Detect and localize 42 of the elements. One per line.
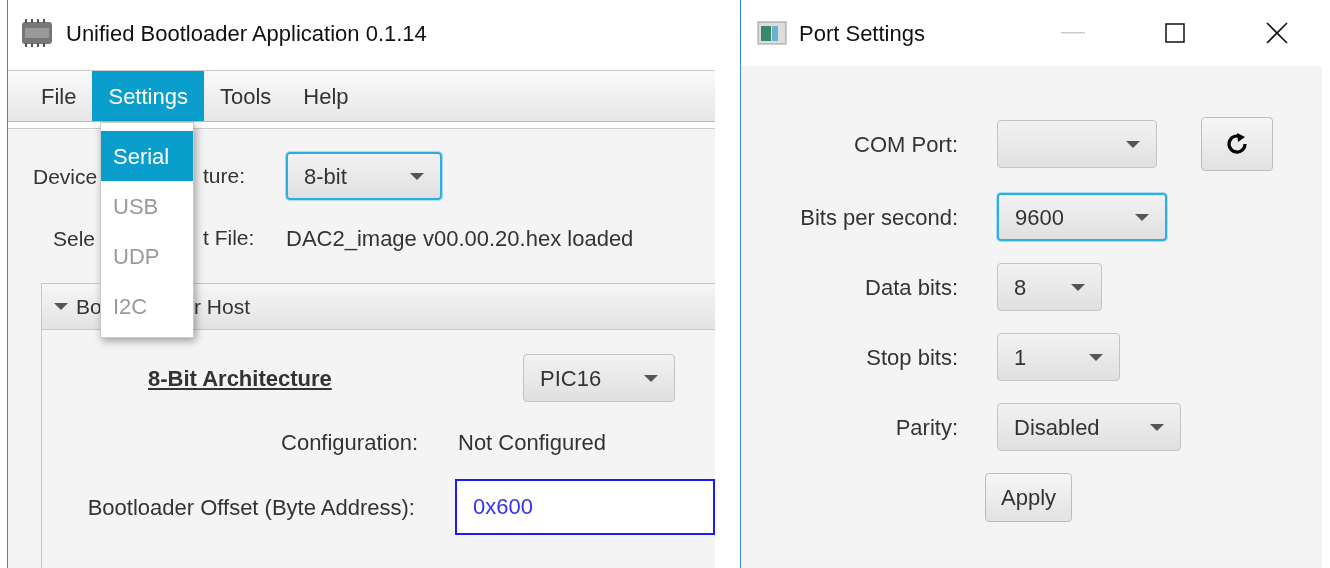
field-label: Configuration: [280,429,418,457]
caret-icon [1126,140,1140,148]
caret-icon [410,172,424,180]
field-label: Bits per second: [799,203,958,232]
pane-title: Bo [76,295,102,318]
maximize-icon[interactable] [1165,23,1185,43]
label-text: t File: [203,225,255,251]
window-title: Unified Bootloader Application 0.1.14 [66,19,427,48]
dropdown[interactable]: 9600 [997,193,1167,241]
offset-input[interactable]: 0x600 [455,479,715,535]
refresh-icon [1225,132,1249,156]
architecture-dropdown[interactable]: 8-bit [286,152,442,200]
field-value: Not Configured [458,430,606,455]
section-heading: 8-Bit Architecture [148,364,333,393]
apply-button[interactable]: Apply [985,473,1073,522]
field-label: Parity: [894,413,958,442]
pane-title: r Host [194,293,250,320]
dropdown[interactable]: Disabled [997,403,1181,451]
caret-icon [1135,213,1149,221]
menu-item[interactable]: File [25,71,93,121]
refresh-button[interactable] [1201,117,1273,171]
caret-icon [644,374,658,382]
caret-icon [1071,283,1085,291]
file-status-text: DAC2_image v00.00.20.hex loaded [286,225,634,253]
label-text: ture: [203,162,246,189]
dropdown[interactable]: 1 [997,333,1120,381]
family-dropdown[interactable]: PIC16 [523,354,675,402]
menu-item[interactable]: Tools [203,71,288,121]
chip-icon [20,18,54,48]
close-icon[interactable] [1266,22,1288,44]
label-text: Device [33,164,98,188]
field-label: Data bits: [864,273,958,302]
label-text: Sele [53,227,96,250]
field-label: COM Port: [853,130,958,159]
window-icon [757,20,787,46]
dropdown[interactable]: 8 [997,263,1102,311]
caret-icon [1150,423,1164,431]
field-label: Stop bits: [865,343,958,372]
field-label: Bootloader Offset (Byte Address): [86,493,415,522]
window-title: Port Settings [799,19,925,48]
caret-icon [1089,353,1103,361]
menu-item[interactable]: Help [287,71,365,121]
